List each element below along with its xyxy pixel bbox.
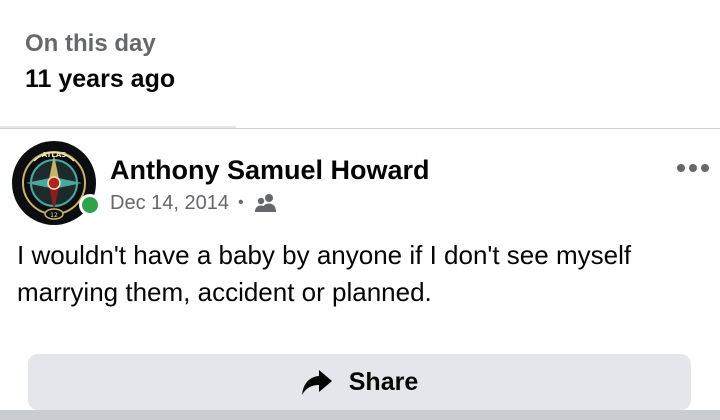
more-options-button[interactable] [673,155,713,181]
memory-years-ago: 11 years ago [25,65,176,93]
more-options-icon [677,164,709,172]
memory-header: On this day 11 years ago [25,28,175,98]
post-date[interactable]: Dec 14, 2014 [110,192,229,215]
memory-label: On this day [25,30,156,57]
share-button[interactable]: Share [28,354,691,410]
share-arrow-icon [301,368,333,396]
avatar-top-text: ATLAS [42,151,67,159]
online-status-dot [79,194,101,216]
share-label: Share [348,367,419,396]
section-divider [0,128,720,129]
memory-post-page: On this day 11 years ago ATLAS 12 Anthon… [0,0,720,420]
post-meta: Dec 14, 2014 • [110,190,278,216]
author-name[interactable]: Anthony Samuel Howard [110,153,430,187]
friends-icon[interactable] [254,193,278,213]
bottom-separator [0,410,720,420]
avatar-bottom-text: 12 [50,212,58,219]
meta-separator: • [237,194,244,211]
post-body-text: I wouldn't have a baby by anyone if I do… [17,240,632,307]
